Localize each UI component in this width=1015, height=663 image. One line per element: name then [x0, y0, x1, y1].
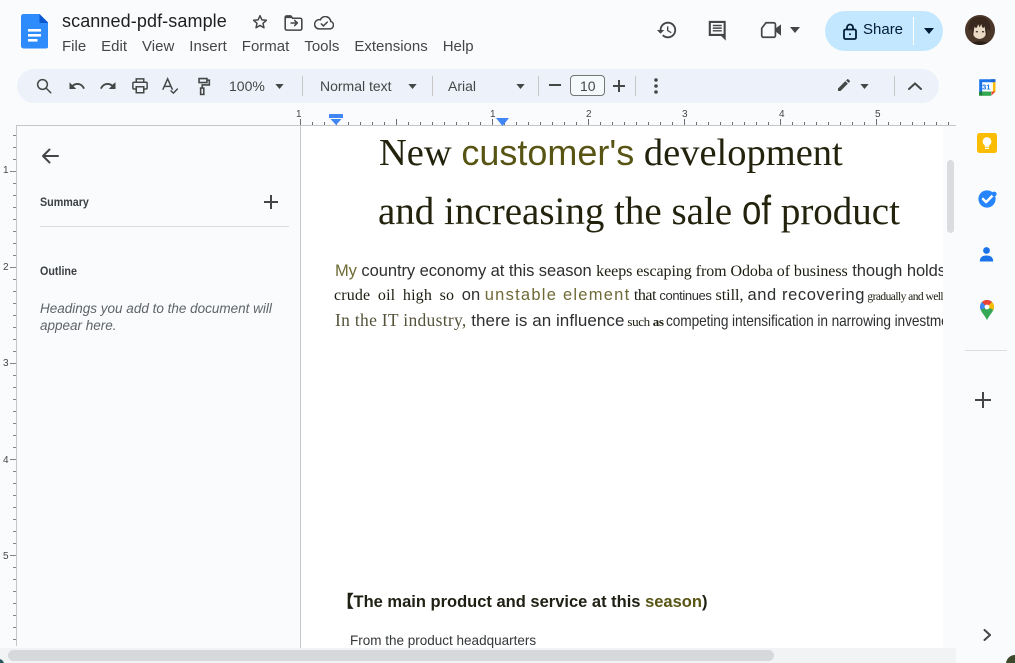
- svg-text:31: 31: [982, 83, 990, 92]
